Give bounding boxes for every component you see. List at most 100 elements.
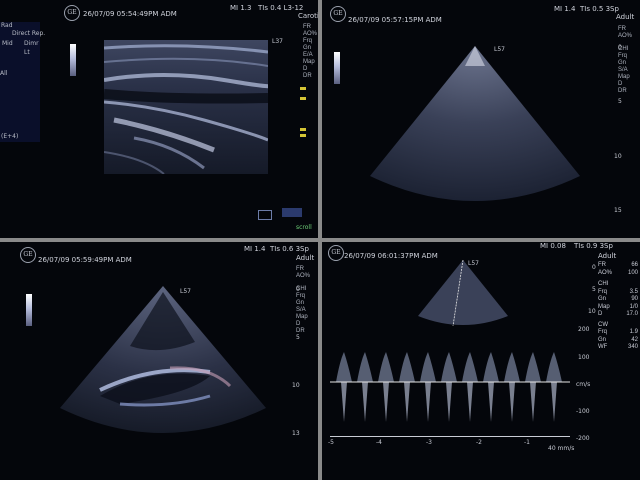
param-key: Frq [598, 288, 607, 295]
side-param: Gn [618, 60, 627, 66]
panel-col-direct-rep[interactable]: Direct Rep. [12, 30, 45, 38]
side-param: Frq [296, 293, 305, 299]
tis-readout: TIs 0.4 L3-12 [258, 4, 304, 12]
preset-label: Adult [616, 13, 635, 21]
depth-tick: 13 [292, 430, 300, 437]
param-key: AO% [598, 269, 613, 276]
grayscale-bar [26, 294, 32, 326]
sweep-speed: 40 mm/s [548, 445, 575, 452]
grayscale-bar [334, 52, 340, 84]
param-table: FR 66 AO% 100 CHI Frq 3.5 Gn 90 Map 1/0 D 17.0… [598, 262, 638, 352]
time-tick: -1 [524, 439, 530, 446]
ge-logo-icon: GE [330, 6, 346, 22]
side-param-list: FR AO% CHI Frq Gn S/A Map D DR [296, 266, 310, 335]
monitor-bottom-left: GE 26/07/09 05:59:49PM ADM MI 1.4 TIs 0.… [0, 242, 318, 480]
scroll-label[interactable]: scroll [296, 224, 312, 232]
time-tick: -4 [376, 439, 382, 446]
side-param: E/A [303, 52, 313, 58]
focus-marker-icon [300, 128, 306, 131]
doppler-spectrum [330, 328, 570, 436]
depth-tick: 10 [588, 308, 596, 315]
monitor-bottom-right: GE 26/07/09 06:01:37PM ADM MI 0.08 TIs 0… [322, 242, 640, 480]
depth-tick: 5 [592, 286, 596, 293]
side-param: Frq [303, 38, 312, 44]
side-param: AO% [296, 273, 311, 279]
depth-tick: 10 [614, 153, 622, 160]
header-datetime: 26/07/09 06:01:37PM ADM [344, 252, 438, 260]
param-key: CW [598, 321, 608, 328]
side-param: D [303, 66, 308, 72]
side-param: D [296, 321, 301, 327]
param-key: Gn [598, 336, 607, 343]
depth-tick: 5 [296, 334, 300, 341]
panel-row-e4: (E+4) [1, 133, 19, 140]
velocity-tick: 100 [578, 354, 590, 361]
time-axis [330, 436, 570, 437]
side-param: Gn [303, 45, 312, 51]
mi-readout: MI 1.4 [554, 5, 576, 13]
ge-logo-icon: GE [64, 5, 80, 21]
preset-label: Carotid [298, 12, 318, 20]
depth-tick: 0 [296, 286, 300, 293]
param-key: Gn [598, 296, 607, 302]
side-param: AO% [618, 33, 633, 39]
preset-label: Adult [296, 254, 315, 262]
side-param-list: FR AO% CHI Frq Gn S/A Map D DR [618, 26, 632, 95]
probe-label: L37 [272, 38, 283, 45]
side-param: Frq [618, 53, 627, 59]
panel-row-dimr[interactable]: Dimr [24, 40, 39, 48]
depth-tick: 15 [614, 207, 622, 214]
side-param: Map [618, 74, 630, 80]
side-param: S/A [618, 67, 628, 73]
ge-logo-icon: GE [20, 247, 36, 263]
panel-row-all[interactable]: All [0, 70, 7, 78]
param-value: 42 [631, 336, 638, 343]
param-value: 340 [627, 344, 638, 350]
param-key: D [598, 311, 603, 317]
depth-tick: 10 [292, 382, 300, 389]
preset-label: Adult [598, 252, 617, 260]
velocity-unit: cm/s [576, 381, 591, 388]
side-param: DR [618, 88, 627, 94]
status-box[interactable] [282, 208, 302, 217]
param-key: Map [598, 303, 610, 310]
param-key: Frq [598, 329, 607, 335]
velocity-tick: 200 [578, 326, 590, 333]
param-value: 90 [631, 296, 638, 302]
side-param-list: FR AO% Frq Gn E/A Map D DR [303, 24, 317, 80]
velocity-tick: -200 [576, 435, 590, 442]
sector-bmode-image [370, 46, 580, 201]
focus-marker-icon [300, 134, 306, 137]
depth-tick: 0 [618, 44, 622, 51]
param-value: 66 [631, 262, 638, 268]
side-param: AO% [303, 31, 318, 37]
side-param: Map [296, 314, 308, 320]
side-param: Gn [296, 300, 305, 306]
side-param: S/A [296, 307, 306, 313]
cardiac-sector-image [60, 286, 266, 433]
param-value: 17.0 [626, 311, 638, 317]
param-value: 1.9 [629, 329, 638, 335]
mi-readout: MI 1.3 [230, 4, 252, 12]
side-param: FR [303, 24, 311, 30]
mi-readout: MI 1.4 [244, 245, 266, 253]
param-key: WF [598, 344, 608, 350]
param-value: 100 [627, 269, 638, 276]
ge-logo-icon: GE [328, 245, 344, 261]
param-value: 3.5 [629, 288, 638, 295]
time-tick: -2 [476, 439, 482, 446]
tis-readout: TIs 0.5 3Sp [580, 5, 619, 13]
time-tick: -3 [426, 439, 432, 446]
depth-tick: 0 [592, 264, 596, 271]
mini-sector-image [418, 260, 508, 327]
side-param: DR [303, 73, 312, 79]
mi-readout: MI 0.08 [540, 242, 566, 250]
panel-row-lt[interactable]: Lt [24, 49, 30, 57]
velocity-tick: -100 [576, 408, 590, 415]
param-value: 1/0 [629, 303, 638, 310]
header-datetime: 26/07/09 05:54:49PM ADM [83, 10, 177, 18]
side-param: D [618, 81, 623, 87]
panel-row-rad: Rad [1, 22, 13, 29]
panel-row-mid[interactable]: Mid [2, 40, 13, 48]
param-key: FR [598, 262, 606, 268]
